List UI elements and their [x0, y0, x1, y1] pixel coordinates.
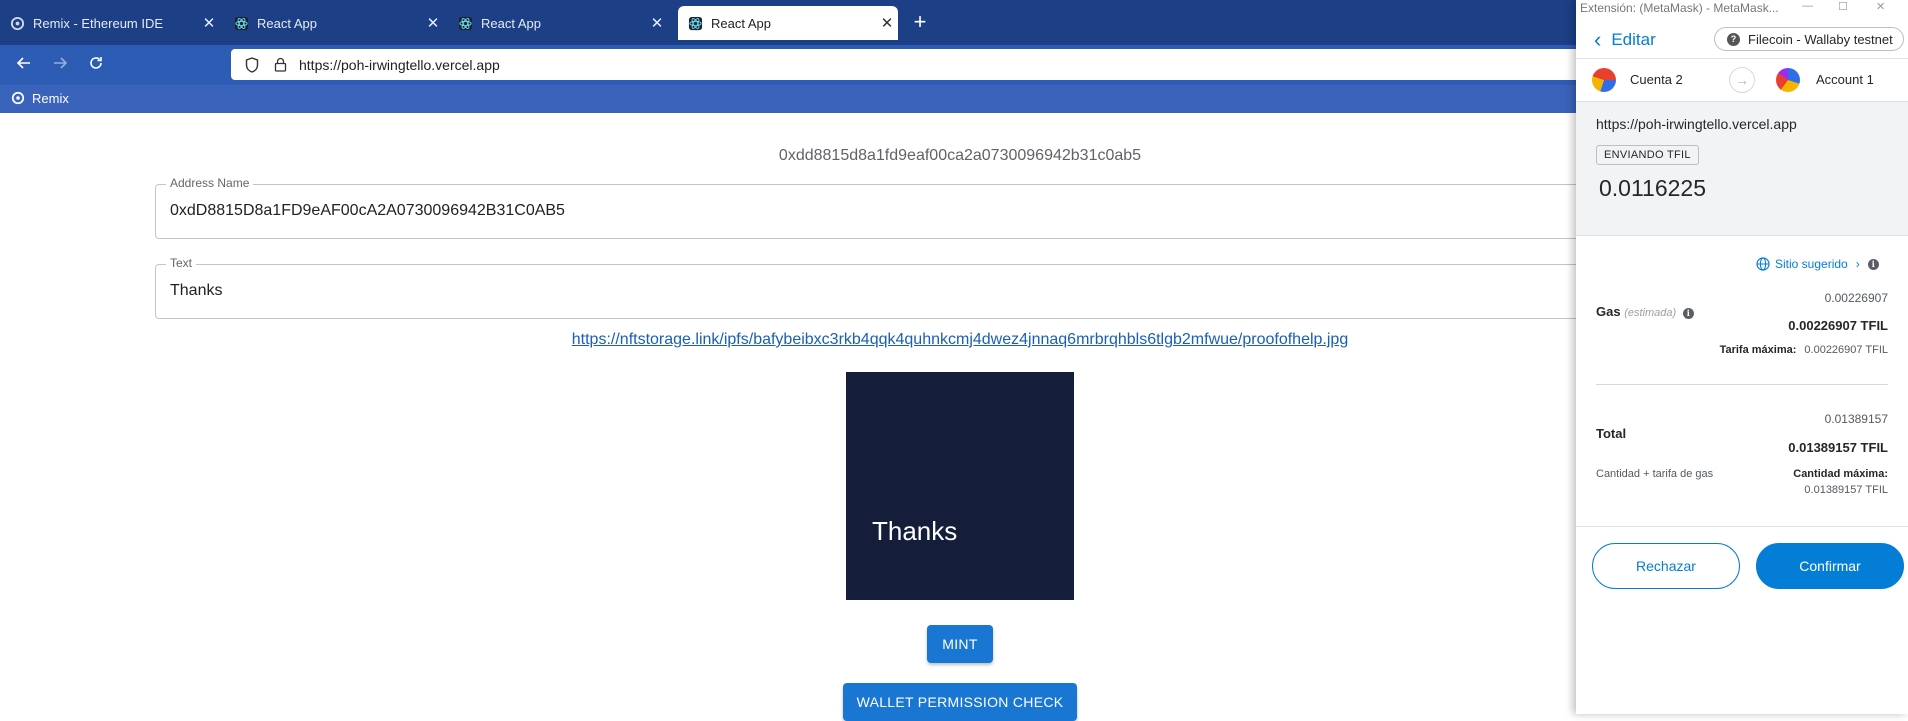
url-text: https://poh-irwingtello.vercel.app — [299, 56, 500, 73]
tab-title: Remix - Ethereum IDE — [33, 15, 164, 31]
network-selector[interactable]: ? Filecoin - Wallaby testnet — [1714, 27, 1904, 51]
info-icon[interactable]: i — [1682, 307, 1694, 319]
address-name-label: Address Name — [166, 176, 254, 190]
suggested-site-link[interactable]: Sitio sugerido › i — [1756, 257, 1879, 271]
forward-arrow-icon[interactable] — [46, 52, 74, 78]
gas-estimated-label: (estimada) — [1624, 307, 1677, 319]
tab-title: React App — [257, 15, 317, 31]
gas-label-row: Gas (estimada) i — [1596, 304, 1694, 319]
lock-icon[interactable] — [271, 56, 289, 74]
address-name-value[interactable]: 0xdD8815D8a1FD9eAF00cA2A0730096942B31C0A… — [170, 202, 565, 220]
address-display: 0xdd8815d8a1fd9eaf00ca2a0730096942b31c0a… — [778, 147, 1142, 164]
wallet-permission-check-button[interactable]: WALLET PERMISSION CHECK — [843, 683, 1077, 721]
transaction-summary: https://poh-irwingtello.vercel.app ENVIA… — [1576, 102, 1908, 236]
max-fee-value: 0.00226907 TFIL — [1804, 344, 1888, 356]
close-icon[interactable]: ✕ — [646, 14, 668, 32]
new-tab-button[interactable]: + — [908, 9, 932, 35]
send-amount: 0.0116225 — [1599, 175, 1707, 201]
address-name-field[interactable]: Address Name 0xdD8815D8a1FD9eAF00cA2A073… — [155, 176, 1615, 239]
max-amount-block: Cantidad máxima: 0.01389157 TFIL — [1793, 466, 1888, 498]
chevron-left-icon: ‹ — [1594, 27, 1602, 52]
minimize-icon[interactable]: — — [1802, 0, 1813, 12]
total-value-tfil: 0.01389157 TFIL — [1788, 440, 1888, 455]
action-badge: ENVIANDO TFIL — [1596, 145, 1699, 165]
reject-button[interactable]: Rechazar — [1592, 543, 1740, 589]
edit-label: Editar — [1611, 30, 1656, 49]
reload-icon[interactable] — [82, 52, 110, 78]
react-icon — [688, 16, 703, 31]
gas-value: 0.00226907 — [1824, 291, 1888, 305]
globe-icon — [1756, 257, 1770, 271]
max-fee-label: Tarifa máxima: — [1719, 344, 1797, 356]
text-field-value[interactable]: Thanks — [170, 282, 222, 300]
to-account-name: Account 1 — [1816, 72, 1874, 87]
mint-button[interactable]: MINT — [927, 625, 993, 663]
metamask-window-titlebar: Extensión: (MetaMask) - MetaMask... — ☐ … — [1576, 0, 1908, 16]
window-close-icon[interactable]: ✕ — [1876, 0, 1885, 13]
network-icon: ? — [1727, 32, 1740, 46]
bookmark-remix[interactable]: Remix — [10, 90, 69, 106]
confirm-button[interactable]: Confirmar — [1756, 543, 1904, 589]
bookmark-label: Remix — [32, 90, 69, 106]
text-field-label: Text — [166, 256, 197, 270]
max-amount-value: 0.01389157 TFIL — [1804, 484, 1888, 496]
footer-divider — [1576, 526, 1908, 527]
close-icon[interactable]: ✕ — [422, 14, 444, 32]
origin-url: https://poh-irwingtello.vercel.app — [1596, 116, 1797, 132]
text-field[interactable]: Text Thanks — [155, 256, 1615, 319]
max-fee-row: Tarifa máxima: 0.00226907 TFIL — [1720, 344, 1888, 356]
gas-label: Gas — [1596, 304, 1621, 319]
arrow-right-icon: → — [1729, 67, 1755, 93]
react-icon — [458, 16, 473, 31]
tab-react-app-active[interactable]: React App ✕ — [678, 6, 898, 40]
tab-react-app-2[interactable]: React App ✕ — [448, 6, 668, 40]
shield-icon[interactable] — [243, 56, 261, 74]
close-icon[interactable]: ✕ — [198, 14, 220, 32]
avatar — [1776, 68, 1800, 92]
react-icon — [234, 16, 249, 31]
tab-react-app-1[interactable]: React App ✕ — [224, 6, 444, 40]
chevron-right-icon: › — [1855, 257, 1860, 271]
ipfs-image-link[interactable]: https://nftstorage.link/ipfs/bafybeibxc3… — [200, 331, 1720, 349]
tab-remix[interactable]: Remix - Ethereum IDE ✕ — [0, 6, 220, 40]
divider — [1596, 384, 1888, 385]
max-amount-label: Cantidad máxima: — [1793, 468, 1888, 480]
from-account-name: Cuenta 2 — [1630, 72, 1683, 87]
maximize-icon[interactable]: ☐ — [1838, 0, 1848, 13]
back-arrow-icon[interactable] — [10, 52, 38, 78]
total-label: Total — [1596, 426, 1627, 441]
remix-icon — [10, 16, 25, 31]
metamask-popup: Extensión: (MetaMask) - MetaMask... — ☐ … — [1576, 0, 1908, 714]
gas-value-tfil: 0.00226907 TFIL — [1788, 318, 1888, 333]
metamask-header: ‹ Editar ? Filecoin - Wallaby testnet — [1576, 20, 1908, 58]
avatar — [1592, 68, 1616, 92]
network-name: Filecoin - Wallaby testnet — [1748, 31, 1893, 47]
amount-plus-gas-label: Cantidad + tarifa de gas — [1596, 468, 1714, 480]
nft-preview-text: Thanks — [872, 516, 958, 546]
nft-preview-image: Thanks — [846, 372, 1074, 600]
info-icon[interactable]: i — [1867, 258, 1879, 270]
total-value: 0.01389157 — [1824, 412, 1888, 426]
tab-title: React App — [481, 15, 541, 31]
tab-title: React App — [711, 15, 771, 31]
account-transfer-row: Cuenta 2 → Account 1 — [1576, 58, 1908, 102]
address-bar[interactable]: https://poh-irwingtello.vercel.app — [231, 49, 1591, 80]
remix-icon — [10, 90, 26, 106]
edit-button[interactable]: ‹ Editar — [1594, 27, 1656, 52]
suggested-site-label: Sitio sugerido — [1775, 257, 1848, 271]
metamask-window-title: Extensión: (MetaMask) - MetaMask... — [1580, 1, 1779, 15]
close-icon[interactable]: ✕ — [876, 14, 898, 32]
